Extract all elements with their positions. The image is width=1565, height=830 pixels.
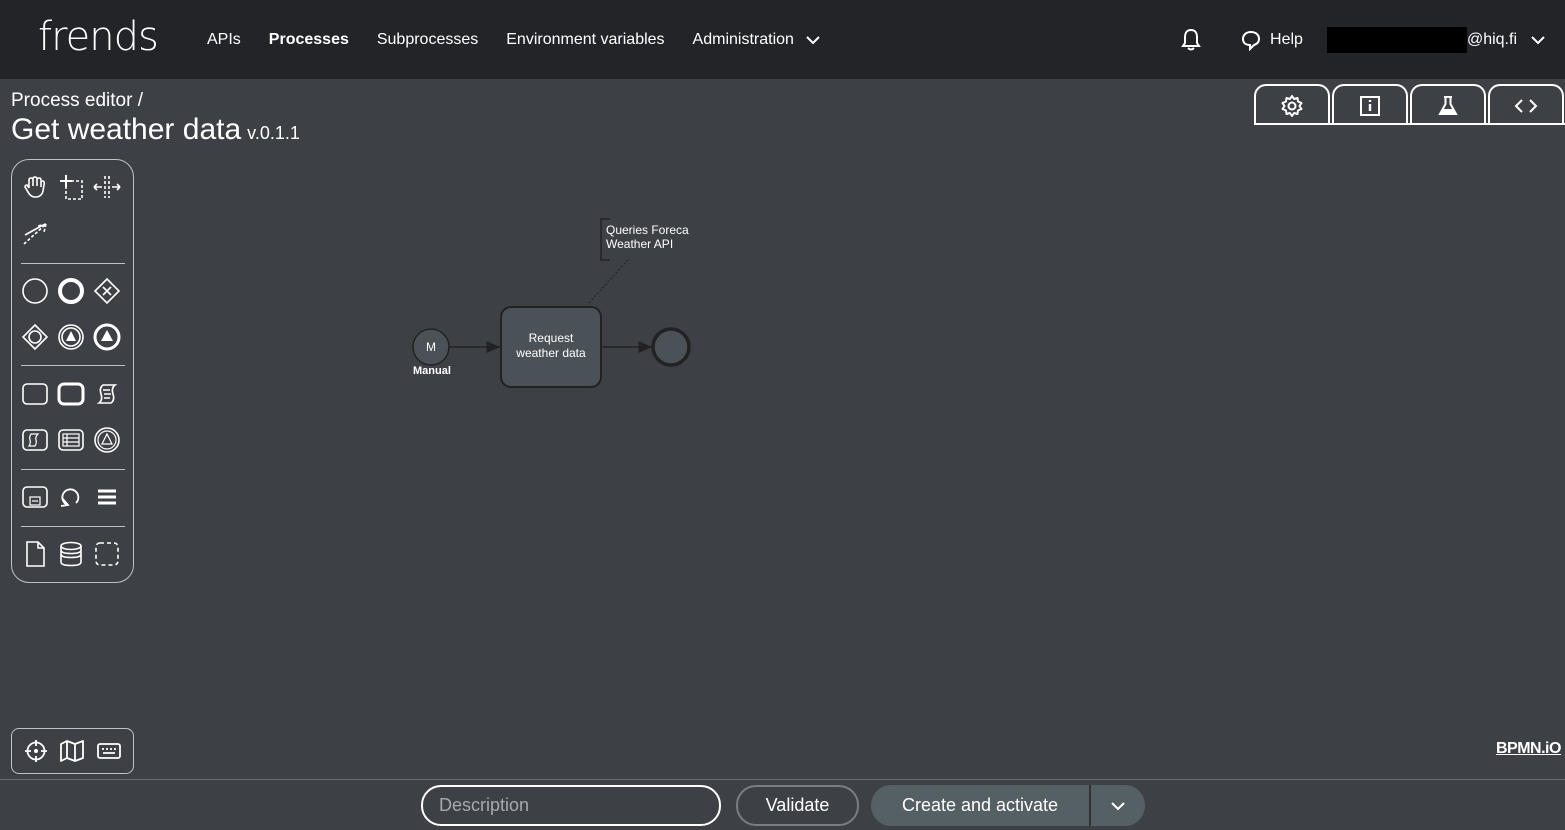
diagram-canvas[interactable] [0, 0, 1565, 779]
bpmn-palette [11, 159, 134, 583]
script-task-icon[interactable] [20, 425, 50, 455]
hand-tool-icon[interactable] [20, 172, 50, 202]
data-store-icon[interactable] [56, 539, 86, 569]
start-event-label: Manual [413, 365, 451, 377]
end-event[interactable] [651, 327, 691, 367]
task-label-line-2: weather data [516, 346, 586, 360]
map-icon[interactable] [59, 739, 85, 763]
exclusive-gateway-icon[interactable] [92, 276, 122, 306]
palette-separator [21, 526, 125, 527]
table-task-icon[interactable] [56, 425, 86, 455]
keyboard-icon[interactable] [96, 741, 122, 761]
loop-icon[interactable] [56, 482, 86, 512]
task-icon[interactable] [20, 379, 50, 409]
event-gateway-icon[interactable] [20, 322, 50, 352]
validate-button[interactable]: Validate [736, 785, 859, 826]
task-label: Request weather data [501, 331, 601, 361]
collapsed-subprocess-icon[interactable] [20, 482, 50, 512]
palette-separator [21, 365, 125, 366]
create-options-toggle[interactable] [1091, 785, 1145, 826]
annotation-association[interactable] [587, 259, 629, 305]
end-event-icon[interactable] [56, 276, 86, 306]
start-event-marker: M [426, 340, 436, 354]
lasso-tool-icon[interactable] [56, 172, 86, 202]
palette-separator [21, 469, 125, 470]
space-tool-icon[interactable] [92, 172, 122, 202]
task-label-line-1: Request [528, 331, 574, 345]
throw-event-icon[interactable] [92, 322, 122, 352]
connect-tool-icon[interactable] [20, 218, 50, 248]
palette-separator [21, 263, 125, 264]
bpmn-io-watermark[interactable]: BPMN.iO [1496, 740, 1561, 758]
script-icon[interactable] [92, 379, 122, 409]
group-icon[interactable] [92, 539, 122, 569]
call-activity-icon[interactable] [92, 425, 122, 455]
canvas-tools [11, 728, 134, 774]
create-activate-group: Create and activate [871, 785, 1145, 826]
annotation-line-1: Queries Foreca [606, 223, 689, 237]
create-and-activate-button[interactable]: Create and activate [871, 785, 1091, 826]
start-event-icon[interactable] [20, 276, 50, 306]
annotation-line-2: Weather API [606, 237, 674, 251]
annotation-text[interactable]: Queries Foreca Weather API [606, 223, 689, 251]
subprocess-icon[interactable] [56, 379, 86, 409]
intermediate-event-icon[interactable] [56, 322, 86, 352]
data-object-icon[interactable] [20, 539, 50, 569]
list-icon[interactable] [92, 482, 122, 512]
description-input[interactable] [421, 785, 721, 826]
crosshair-icon[interactable] [24, 739, 48, 763]
chevron-down-icon [1111, 801, 1125, 810]
